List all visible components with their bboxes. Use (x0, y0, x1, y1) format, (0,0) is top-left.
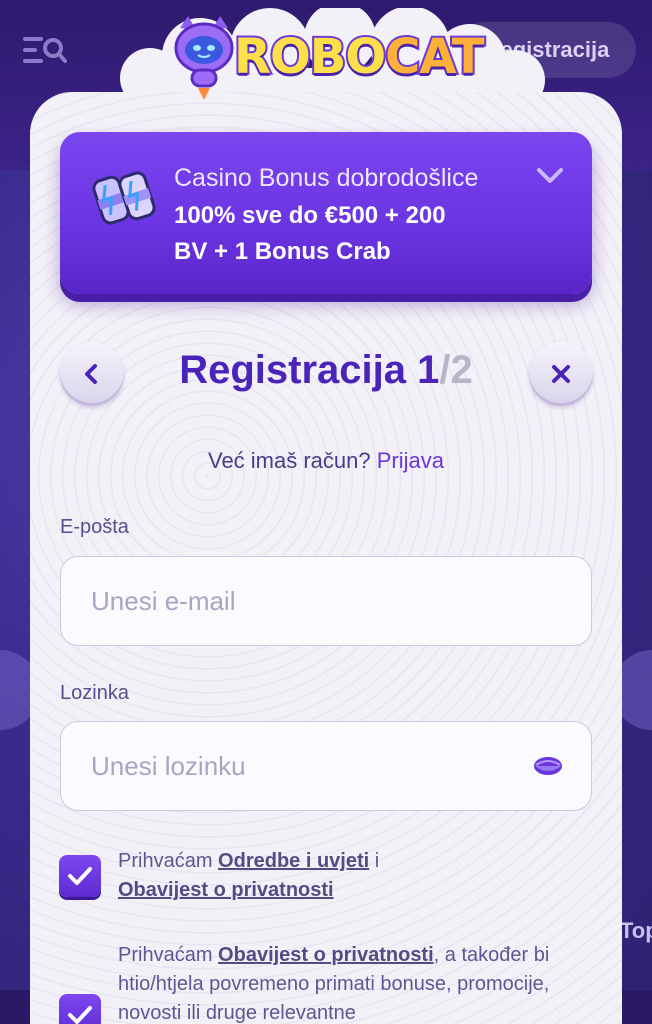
email-placeholder: Unesi e-mail (91, 585, 236, 616)
have-account-text: Već imaš račun? Prijava (207, 448, 444, 473)
privacy-link[interactable]: Obavijest o privatnosti (118, 879, 334, 901)
terms-consent-text: Prihvaćam Odredbe i uvjeti i Obavijest o… (118, 850, 380, 901)
robocat-mascot-icon (174, 16, 234, 100)
bonus-offer-line-1: 100% sve do €500 + 200 (174, 202, 446, 229)
welcome-bonus-banner[interactable]: Casino Bonus dobrodošlice 100% sve do €5… (60, 132, 592, 294)
terms-checkbox[interactable] (59, 855, 101, 897)
back-button[interactable] (60, 342, 124, 406)
password-label: Lozinka (60, 682, 129, 704)
bonus-cans-icon (92, 171, 156, 225)
password-placeholder: Unesi lozinku (91, 750, 246, 781)
email-field[interactable]: Unesi e-mail (60, 556, 592, 646)
terms-link[interactable]: Odredbe i uvjeti (218, 850, 369, 872)
marketing-checkbox[interactable] (59, 994, 101, 1024)
step-total: /2 (439, 348, 473, 392)
login-link[interactable]: Prijava (377, 448, 444, 473)
close-icon (552, 365, 570, 383)
bonus-offer-line-2: BV + 1 Bonus Crab (174, 238, 391, 265)
registration-title: Registracija 1/2 (179, 348, 473, 392)
password-field[interactable]: Unesi lozinku (60, 721, 592, 811)
background-section-label: Top (620, 918, 652, 943)
checkmark-icon (68, 1006, 92, 1024)
privacy-link-2[interactable]: Obavijest o privatnosti (218, 944, 434, 966)
email-label: E-pošta (60, 516, 129, 538)
eye-icon[interactable] (533, 754, 563, 778)
robocat-logo[interactable]: ROBOCAT (168, 12, 498, 102)
close-button[interactable] (529, 342, 593, 406)
checkmark-icon (68, 867, 92, 885)
chevron-left-icon (85, 364, 97, 384)
marketing-consent-text: Prihvaćam Obavijest o privatnosti, a tak… (118, 944, 550, 1024)
menu-search-icon[interactable] (20, 30, 68, 70)
bonus-title: Casino Bonus dobrodošlice (174, 164, 479, 192)
logo-wordmark: ROBOCAT (232, 27, 487, 87)
step-current: 1 (417, 348, 440, 392)
chevron-down-icon[interactable] (536, 166, 564, 186)
